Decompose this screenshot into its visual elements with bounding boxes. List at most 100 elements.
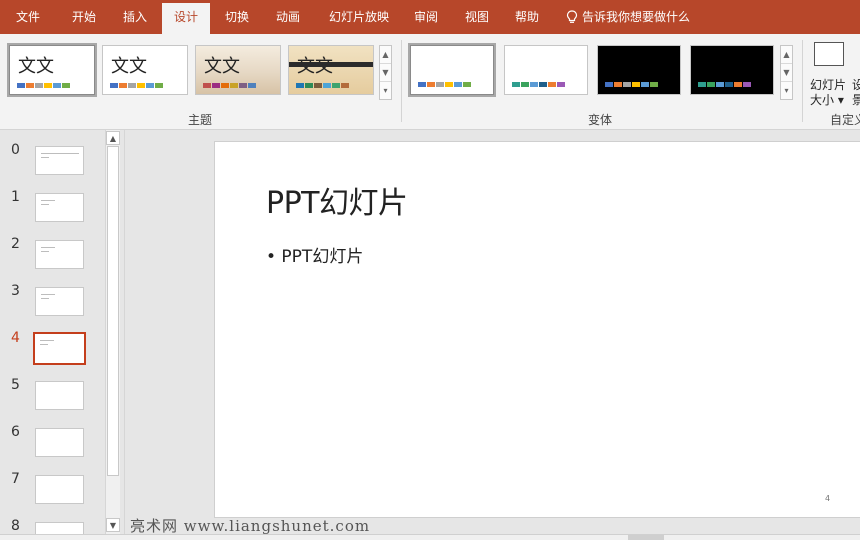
variants-scroll-down-button[interactable]: ▼	[781, 64, 792, 82]
slide-size-button[interactable]: 幻灯片 大小 ▾	[806, 38, 854, 108]
status-bar	[0, 534, 860, 540]
variant-thumbnail[interactable]	[504, 45, 588, 95]
color-swatch	[62, 83, 70, 88]
color-swatch	[539, 82, 547, 87]
format-background-button[interactable]: 设 景	[852, 38, 860, 108]
themes-scroll-down-button[interactable]: ▼	[380, 64, 391, 82]
tab-view[interactable]: 视图	[454, 0, 500, 34]
lightbulb-icon	[566, 10, 578, 23]
color-swatch	[323, 83, 331, 88]
slide-thumbnail[interactable]	[35, 287, 84, 316]
slide-thumbnail-row[interactable]: 5	[0, 377, 104, 417]
color-swatch	[230, 83, 238, 88]
thumbnail-scroll-thumb[interactable]	[107, 146, 119, 476]
slide-thumbnail-row[interactable]: 6	[0, 424, 104, 464]
color-swatches	[698, 82, 752, 87]
variants-more-button[interactable]: ▾	[781, 82, 792, 100]
slide-thumbnail-number: 5	[11, 377, 20, 393]
slide-body-text[interactable]: • PPT幻灯片	[266, 242, 363, 267]
variants-scroll-up-button[interactable]: ▲	[781, 46, 792, 64]
variants-gallery-scroll: ▲ ▼ ▾	[780, 45, 793, 100]
tell-me-search[interactable]: 告诉我你想要做什么	[566, 0, 690, 34]
tab-help[interactable]: 帮助	[504, 0, 550, 34]
color-swatch	[548, 82, 556, 87]
format-background-label-2: 景	[852, 93, 860, 107]
slide-thumbnail[interactable]	[35, 146, 84, 175]
thumbnail-scroll-up-button[interactable]: ▲	[106, 131, 120, 145]
theme-sample-text: 文文	[18, 56, 54, 77]
tab-animations[interactable]: 动画	[264, 0, 312, 34]
slide-thumbnail-row[interactable]: 7	[0, 471, 104, 511]
theme-sample-text: 文文	[204, 56, 240, 77]
slide-thumbnail-row[interactable]: 1	[0, 189, 104, 229]
slide-thumbnail-row[interactable]: 2	[0, 236, 104, 276]
theme-thumbnail[interactable]: 文文	[288, 45, 374, 95]
color-swatches	[203, 83, 257, 88]
slide-size-icon	[814, 42, 844, 66]
tell-me-label: 告诉我你想要做什么	[582, 10, 691, 24]
slide-thumbnail-row[interactable]: 3	[0, 283, 104, 323]
color-swatch	[614, 82, 622, 87]
thumbnail-body-line	[40, 344, 48, 345]
color-swatch	[463, 82, 471, 87]
color-swatch	[305, 83, 313, 88]
variant-thumbnail[interactable]	[408, 43, 496, 97]
group-separator	[802, 40, 803, 122]
slide-thumbnail-row[interactable]: 4	[0, 330, 104, 370]
thumbnail-scrollbar[interactable]: ▲ ▼	[105, 130, 120, 535]
color-swatch	[707, 82, 715, 87]
tab-insert[interactable]: 插入	[112, 0, 158, 34]
color-swatch	[650, 82, 658, 87]
variant-thumbnail[interactable]	[690, 45, 774, 95]
slide-thumbnail[interactable]	[33, 332, 86, 365]
color-swatch	[436, 82, 444, 87]
watermark: 亮术网 www.liangshunet.com	[130, 517, 371, 535]
color-swatch	[26, 83, 34, 88]
color-swatch	[341, 83, 349, 88]
slide-thumbnail-number: 3	[11, 283, 20, 299]
theme-thumbnail[interactable]: 文文	[7, 43, 97, 97]
normal-view-button[interactable]	[628, 535, 664, 540]
theme-thumbnail[interactable]: 文文	[102, 45, 188, 95]
color-swatch	[725, 82, 733, 87]
tab-review[interactable]: 审阅	[404, 0, 448, 34]
theme-thumbnail[interactable]: 文文	[195, 45, 281, 95]
customize-group-label: 自定义	[830, 113, 860, 127]
slide-thumbnail[interactable]	[35, 193, 84, 222]
tab-file[interactable]: 文件	[6, 0, 50, 34]
color-swatch	[212, 83, 220, 88]
slide-thumbnail[interactable]	[35, 381, 84, 410]
thumbnail-scroll-down-button[interactable]: ▼	[106, 518, 120, 532]
slide-thumbnail[interactable]	[35, 240, 84, 269]
tab-transitions[interactable]: 切换	[214, 0, 260, 34]
variant-thumbnail[interactable]	[597, 45, 681, 95]
slide-canvas[interactable]: PPT幻灯片 • PPT幻灯片 4	[214, 141, 860, 518]
pane-splitter[interactable]	[124, 130, 125, 540]
slide-thumbnail-number: 6	[11, 424, 20, 440]
color-swatches	[512, 82, 566, 87]
color-swatch	[44, 83, 52, 88]
tab-home[interactable]: 开始	[60, 0, 108, 34]
color-swatch	[734, 82, 742, 87]
slide-thumbnail-number: 7	[11, 471, 20, 487]
color-swatches	[17, 83, 71, 88]
color-swatch	[512, 82, 520, 87]
color-swatches	[296, 83, 350, 88]
tab-design[interactable]: 设计	[162, 3, 210, 34]
slide-title[interactable]: PPT幻灯片	[266, 178, 408, 222]
themes-more-button[interactable]: ▾	[380, 82, 391, 100]
slide-thumbnail[interactable]	[35, 428, 84, 457]
slide-size-label-2: 大小 ▾	[810, 93, 844, 107]
color-swatch	[146, 83, 154, 88]
slide-thumbnail-number: 4	[11, 330, 20, 346]
ribbon: 文文文文文文文文 ▲ ▼ ▾ 主题 ▲ ▼ ▾ 变体 幻灯片 大小 ▾ 设 景 …	[0, 34, 860, 130]
slide-thumbnail[interactable]	[35, 475, 84, 504]
color-swatch	[221, 83, 229, 88]
tab-slideshow[interactable]: 幻灯片放映	[318, 0, 400, 34]
color-swatch	[632, 82, 640, 87]
thumbnail-title-line	[41, 153, 79, 154]
variants-group-label: 变体	[587, 113, 612, 127]
color-swatch	[239, 83, 247, 88]
themes-scroll-up-button[interactable]: ▲	[380, 46, 391, 64]
slide-thumbnail-row[interactable]: 0	[0, 142, 104, 182]
